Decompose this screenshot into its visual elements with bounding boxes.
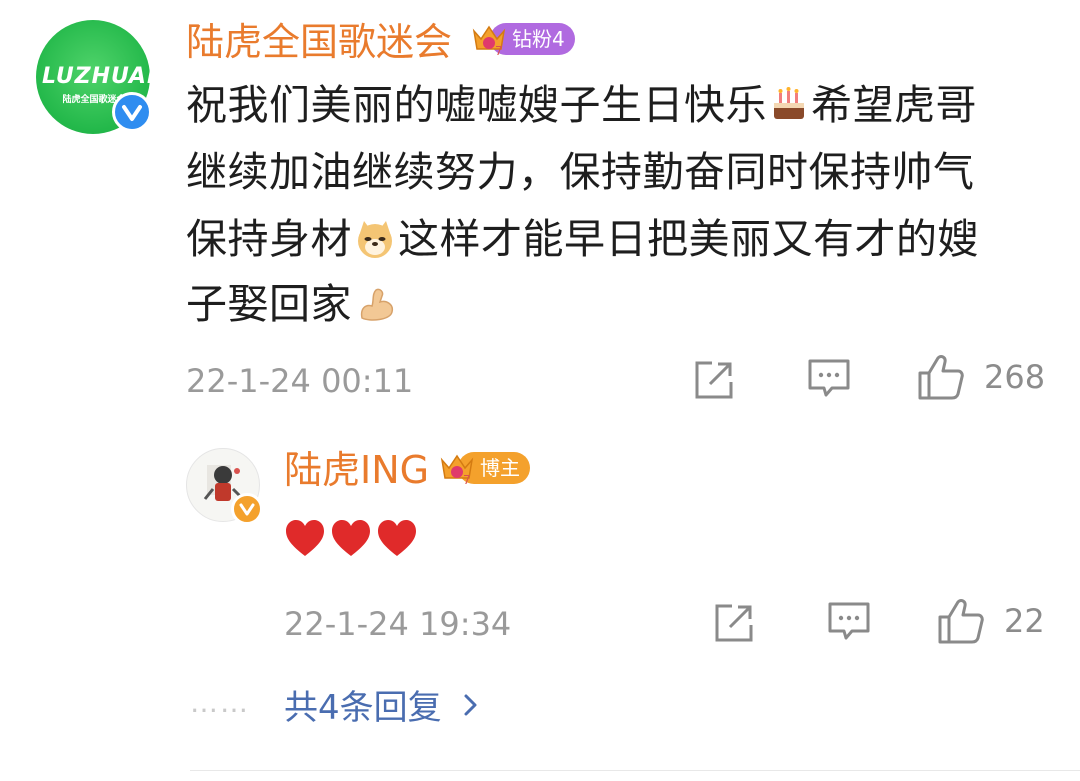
- heart-emoji: [286, 520, 324, 556]
- verified-icon: [112, 92, 152, 132]
- like-icon: [918, 355, 964, 400]
- heart-emoji: [332, 520, 370, 556]
- comment-line-3: 保持身材 这样才能早日把美丽又有才的嫂: [186, 215, 979, 263]
- share-button[interactable]: [692, 358, 736, 402]
- chevron-right-icon: [464, 694, 477, 715]
- like-icon: [938, 599, 984, 644]
- divider-dots: ……: [190, 686, 250, 719]
- more-replies-link[interactable]: 共4条回复: [284, 680, 486, 729]
- crown-icon: 7: [440, 454, 474, 486]
- avatar-logo: LUZHUANG: [42, 64, 186, 89]
- svg-text:7: 7: [463, 473, 471, 486]
- divider: [190, 770, 1080, 771]
- comment-line-1: 祝我们美丽的嘘嘘嫂子生日快乐 希望虎哥: [186, 81, 977, 129]
- svg-text:7: 7: [495, 44, 503, 57]
- comment-line-2: 继续加油继续努力，保持勤奋同时保持帅气: [186, 148, 975, 196]
- share-icon: [715, 604, 753, 642]
- crown-icon: 7: [472, 25, 506, 57]
- comment-icon: [808, 359, 850, 397]
- comment-line-4: 子娶回家: [186, 273, 398, 335]
- reply-username[interactable]: 陆虎ING: [284, 448, 429, 492]
- like-button[interactable]: 22: [936, 596, 1046, 646]
- muscle-emoji: [360, 288, 394, 321]
- timestamp: 22-1-24 00:11: [186, 362, 414, 400]
- reply-text: [284, 518, 418, 558]
- comment-button[interactable]: [826, 599, 872, 645]
- share-icon: [695, 361, 733, 399]
- doge-emoji: [358, 221, 392, 258]
- comment-icon: [828, 602, 870, 640]
- share-button[interactable]: [712, 601, 756, 645]
- comment-button[interactable]: [806, 356, 852, 402]
- reply-timestamp: 22-1-24 19:34: [284, 605, 512, 643]
- author-badge: 7 博主: [438, 452, 530, 486]
- fan-badge[interactable]: 7 钻粉4: [470, 23, 575, 57]
- heart-emoji: [378, 520, 416, 556]
- more-replies-label: 共4条回复: [284, 688, 442, 728]
- like-count: 268: [984, 358, 1046, 396]
- verified-icon: [231, 493, 263, 525]
- cake-emoji: [774, 87, 804, 119]
- username[interactable]: 陆虎全国歌迷会: [186, 20, 452, 64]
- like-button[interactable]: 268: [916, 352, 1046, 402]
- like-count: 22: [1004, 602, 1045, 640]
- reply-avatar[interactable]: [186, 448, 263, 525]
- avatar[interactable]: LUZHUANG 陆虎全国歌迷会: [36, 20, 186, 134]
